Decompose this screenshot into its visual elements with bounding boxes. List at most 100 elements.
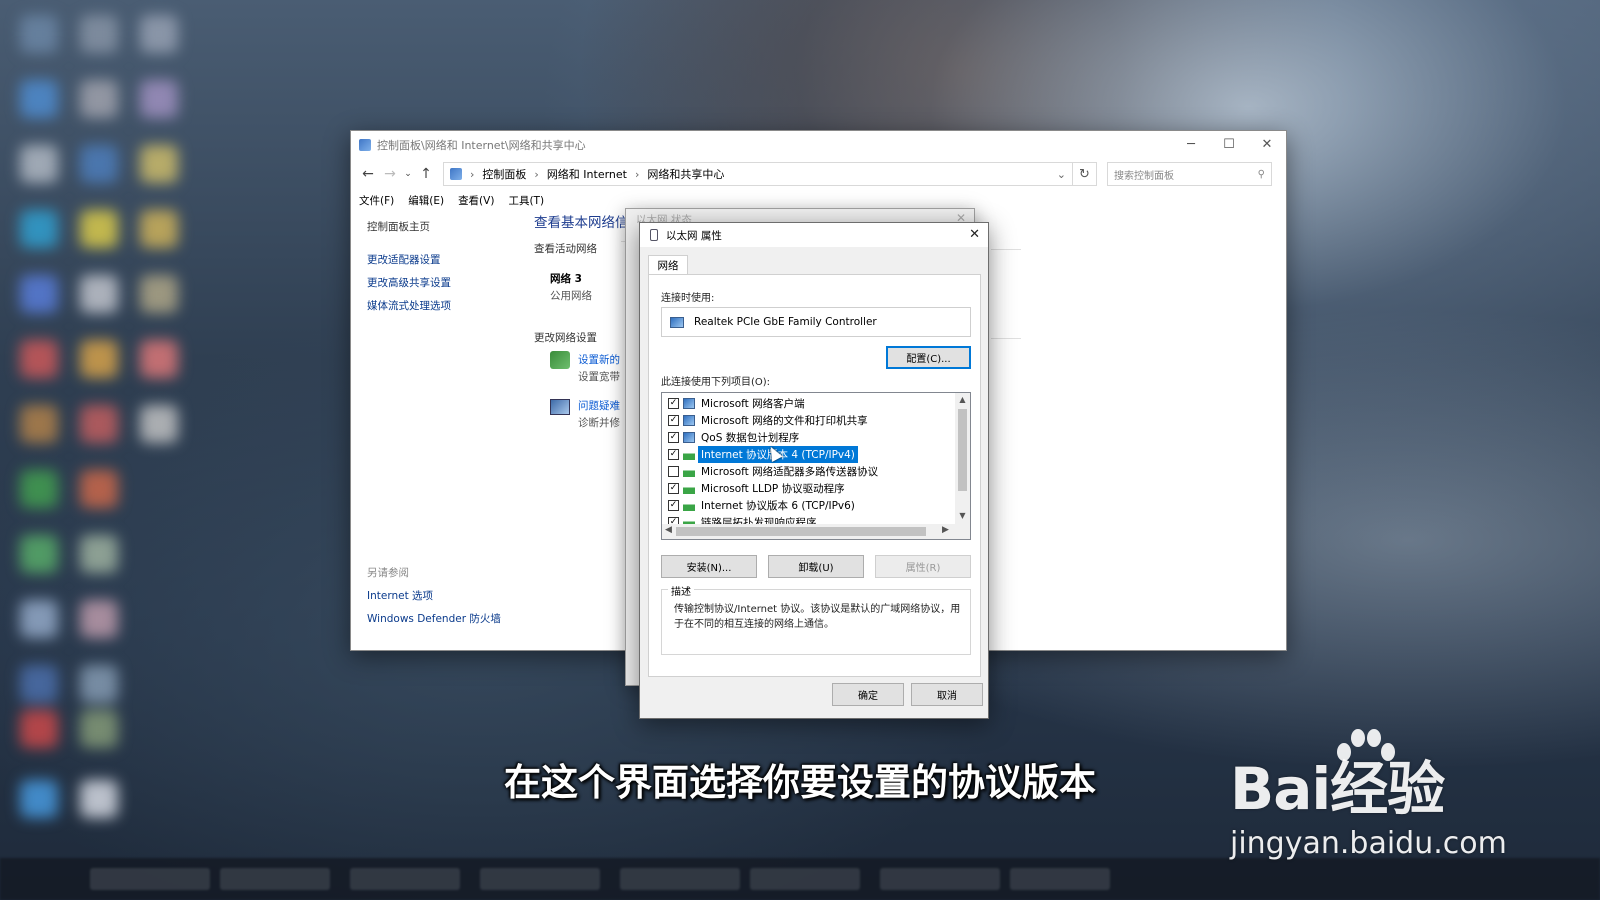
protocol-icon [683,466,695,477]
install-button[interactable]: 安装(N)... [661,555,757,578]
desktop-icons-blurred [10,10,200,850]
list-item[interactable]: ✓ QoS 数据包计划程序 [668,429,802,446]
close-icon[interactable]: ✕ [969,227,980,242]
item-checkbox[interactable] [668,466,679,477]
left-pane: 控制面板主页 更改适配器设置 更改高级共享设置 媒体流式处理选项 [367,219,527,321]
adapter-field: Realtek PCIe GbE Family Controller [661,307,971,337]
scroll-thumb-horizontal[interactable] [676,527,926,536]
item-checkbox[interactable]: ✓ [668,398,679,409]
item-checkbox[interactable]: ✓ [668,483,679,494]
list-item[interactable]: ✓ Microsoft 网络客户端 [668,395,808,412]
list-item[interactable]: Microsoft 网络适配器多路传送器协议 [668,463,881,480]
ok-button[interactable]: 确定 [832,683,904,706]
breadcrumb-item[interactable]: 网络和 Internet [547,166,627,182]
client-icon [683,415,695,426]
item-label: QoS 数据包计划程序 [701,432,800,444]
minimize-button[interactable]: ─ [1172,131,1210,157]
client-icon [683,432,695,443]
scroll-right-icon[interactable]: ▶ [942,525,949,535]
network-adapter-icon [670,316,684,328]
ethernet-icon [650,229,658,241]
search-placeholder: 搜索控制面板 [1114,170,1174,182]
search-input[interactable]: 搜索控制面板 ⚲ [1107,162,1272,186]
search-icon: ⚲ [1257,168,1265,180]
breadcrumb-item[interactable]: 控制面板 [482,166,526,182]
description-group: 描述 传输控制协议/Internet 协议。该协议是默认的广域网络协议，用于在不… [661,583,971,655]
taskbar-blurred [0,858,1600,900]
item-checkbox[interactable]: ✓ [668,432,679,443]
firewall-link[interactable]: Windows Defender 防火墙 [367,611,501,626]
menu-tools[interactable]: 工具(T) [508,193,544,208]
description-legend: 描述 [668,583,694,598]
connection-items-list[interactable]: ✓ Microsoft 网络客户端 ✓ Microsoft 网络的文件和打印机共享 ✓ Q… [661,392,971,540]
configure-button[interactable]: 配置(C)... [886,346,971,369]
window-title: 控制面板\网络和 Internet\网络和共享中心 [377,139,586,152]
troubleshoot-desc: 诊断并修 [578,417,620,429]
item-checkbox[interactable]: ✓ [668,449,679,460]
scroll-up-icon[interactable]: ▲ [955,395,970,404]
uninstall-button[interactable]: 卸载(U) [768,555,864,578]
list-item[interactable]: ✓ Internet 协议版本 4 (TCP/IPv4) [668,446,858,463]
forward-arrow-icon[interactable]: → [379,166,401,182]
baidu-jingyan-url: jingyan.baidu.com [1230,826,1507,861]
vertical-scrollbar[interactable]: ▲ ▼ [955,393,970,524]
network-setup-icon [550,351,570,369]
recent-dropdown-icon[interactable]: ⌄ [401,169,415,179]
scroll-thumb[interactable] [958,409,967,491]
connect-using-label: 连接时使用: [661,293,715,304]
item-checkbox[interactable]: ✓ [668,500,679,511]
list-item[interactable]: ✓ Internet 协议版本 6 (TCP/IPv6) [668,497,858,514]
cancel-button[interactable]: 取消 [911,683,983,706]
change-advanced-sharing-link[interactable]: 更改高级共享设置 [367,275,527,290]
scroll-down-icon[interactable]: ▼ [955,511,970,520]
address-bar[interactable]: › 控制面板 › 网络和 Internet › 网络和共享中心 ⌄ [443,162,1073,186]
change-adapter-settings-link[interactable]: 更改适配器设置 [367,252,527,267]
active-networks-heading: 查看活动网络 [534,243,597,255]
menu-edit[interactable]: 编辑(E) [408,193,444,208]
up-arrow-icon[interactable]: ↑ [415,166,437,182]
item-label: Microsoft LLDP 协议驱动程序 [701,483,845,495]
navigation-bar: ← → ⌄ ↑ › 控制面板 › 网络和 Internet › 网络和共享中心 … [351,159,1286,189]
item-checkbox[interactable]: ✓ [668,415,679,426]
network-tab-panel: 连接时使用: Realtek PCIe GbE Family Controlle… [648,274,981,677]
horizontal-scrollbar[interactable]: ◀ ▶ [662,524,970,539]
item-label: Microsoft 网络适配器多路传送器协议 [701,466,879,478]
maximize-button[interactable]: ☐ [1210,131,1248,157]
troubleshoot-link[interactable]: 问题疑难 [578,398,620,413]
see-also-section: 另请参阅 Internet 选项 Windows Defender 防火墙 [367,565,501,634]
menu-file[interactable]: 文件(F) [359,193,394,208]
title-bar: 控制面板\网络和 Internet\网络和共享中心 [351,131,1286,159]
chevron-down-icon[interactable]: ⌄ [1057,168,1066,181]
control-panel-icon [450,168,462,180]
item-label: Microsoft 网络客户端 [701,398,805,410]
menu-view[interactable]: 查看(V) [458,193,494,208]
item-label: Microsoft 网络的文件和打印机共享 [701,415,868,427]
troubleshoot-icon [550,399,570,415]
baidu-paw-icon [1337,729,1395,761]
setup-connection-desc: 设置宽带 [578,371,620,383]
media-streaming-options-link[interactable]: 媒体流式处理选项 [367,298,527,313]
setup-connection-link[interactable]: 设置新的 [578,352,620,367]
item-label: Internet 协议版本 6 (TCP/IPv6) [701,500,855,512]
network-type: 公用网络 [550,290,592,302]
tab-network[interactable]: 网络 [648,255,688,275]
control-panel-home-link[interactable]: 控制面板主页 [367,219,527,234]
adapter-name: Realtek PCIe GbE Family Controller [694,316,877,328]
breadcrumb-item[interactable]: 网络和共享中心 [647,166,724,182]
properties-button[interactable]: 属性(R) [875,555,971,578]
refresh-icon[interactable]: ↻ [1073,162,1097,186]
back-arrow-icon[interactable]: ← [357,166,379,182]
close-button[interactable]: ✕ [1248,131,1286,157]
dialog-title-bar: 以太网 属性 ✕ [640,223,988,247]
internet-options-link[interactable]: Internet 选项 [367,588,501,603]
client-icon [683,398,695,409]
protocol-icon [683,449,695,460]
protocol-icon [683,483,695,494]
list-item[interactable]: ✓ Microsoft 网络的文件和打印机共享 [668,412,871,429]
page-title: 查看基本网络信 [534,215,629,231]
see-also-header: 另请参阅 [367,567,409,579]
scroll-left-icon[interactable]: ◀ [665,525,672,535]
ethernet-properties-dialog: 以太网 属性 ✕ 网络 连接时使用: Realtek PCIe GbE Fami… [639,222,989,719]
items-label: 此连接使用下列项目(O): [661,377,771,388]
list-item[interactable]: ✓ Microsoft LLDP 协议驱动程序 [668,480,848,497]
